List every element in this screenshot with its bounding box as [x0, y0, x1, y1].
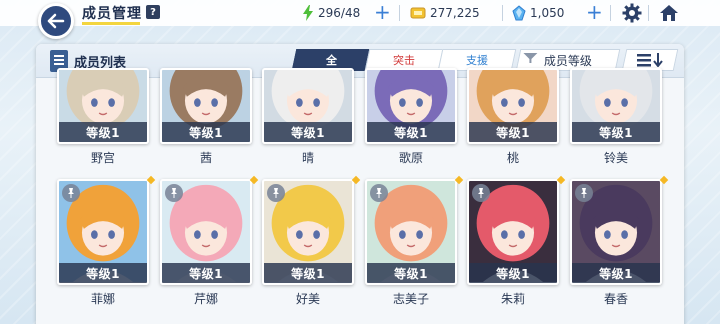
credit-coin-icon — [410, 7, 426, 19]
pin-glyph — [273, 188, 279, 198]
pyroxene-gem-icon — [512, 5, 526, 21]
divider — [399, 5, 400, 21]
tab-special-label: 支援 — [466, 54, 488, 67]
divider — [610, 5, 611, 21]
home-icon — [660, 5, 678, 21]
member-name: 茜 — [199, 151, 212, 165]
credits-display: 277,225 — [410, 3, 480, 23]
settings-button[interactable] — [621, 2, 643, 24]
add-ap-button[interactable]: + — [374, 2, 391, 22]
member-card[interactable]: 等级1 — [570, 68, 662, 144]
sort-label: 成员等级 — [543, 53, 592, 68]
member-card[interactable]: 等级1 — [160, 68, 252, 144]
member-level: 等级1 — [162, 263, 250, 283]
pin-glyph — [581, 188, 587, 198]
member-name: 野宫 — [90, 151, 115, 165]
member-level: 等级1 — [367, 263, 455, 283]
pin-icon[interactable] — [165, 184, 183, 202]
member-card[interactable]: 等级1 — [57, 68, 149, 144]
divider — [648, 5, 649, 21]
pin-glyph — [478, 188, 484, 198]
tab-all-label: 全 — [325, 54, 337, 67]
title-underline — [82, 22, 140, 25]
member-card[interactable]: 等级1 — [365, 179, 457, 285]
member-name: 桃 — [506, 151, 519, 165]
member-name: 朱莉 — [500, 292, 525, 306]
pin-glyph — [171, 188, 177, 198]
member-card[interactable]: 等级1 — [160, 179, 252, 285]
help-button[interactable]: ? — [146, 5, 160, 19]
pin-icon[interactable] — [472, 184, 490, 202]
sort-descending-icon — [637, 53, 663, 67]
lightning-icon — [303, 5, 313, 21]
member-name: 歌原 — [398, 151, 423, 165]
member-name: 芹娜 — [193, 292, 218, 306]
member-level: 等级1 — [469, 122, 557, 142]
ap-value: 296/48 — [318, 6, 361, 20]
member-card[interactable]: 等级1 — [467, 68, 559, 144]
member-card[interactable]: 等级1 — [262, 179, 354, 285]
member-name: 志美子 — [392, 292, 429, 306]
filter-corner-icon — [523, 53, 538, 63]
member-name: 春香 — [603, 292, 628, 306]
pin-icon[interactable] — [575, 184, 593, 202]
member-name: 晴 — [301, 151, 314, 165]
member-level: 等级1 — [469, 263, 557, 283]
ap-display: 296/48 — [302, 3, 360, 23]
back-button[interactable] — [38, 3, 74, 39]
pin-glyph — [376, 188, 382, 198]
member-level: 等级1 — [572, 263, 660, 283]
pyroxene-value: 1,050 — [530, 6, 565, 20]
member-level: 等级1 — [59, 263, 147, 283]
home-button[interactable] — [658, 2, 680, 24]
member-level: 等级1 — [264, 263, 352, 283]
back-arrow-icon — [47, 13, 65, 29]
member-card[interactable]: 等级1 — [570, 179, 662, 285]
member-level: 等级1 — [264, 122, 352, 142]
gear-icon — [622, 3, 642, 23]
pin-icon[interactable] — [267, 184, 285, 202]
member-level: 等级1 — [162, 122, 250, 142]
member-name: 菲娜 — [90, 292, 115, 306]
member-card[interactable]: 等级1 — [365, 68, 457, 144]
member-level: 等级1 — [59, 122, 147, 142]
member-card[interactable]: 等级1 — [467, 179, 559, 285]
divider — [502, 5, 503, 21]
member-name: 好美 — [295, 292, 320, 306]
member-card[interactable]: 等级1 — [57, 179, 149, 285]
page-title: 成员管理 — [82, 6, 142, 22]
tab-striker-label: 突击 — [393, 54, 415, 67]
pin-icon[interactable] — [62, 184, 80, 202]
credits-value: 277,225 — [430, 6, 480, 20]
pyroxene-display: 1,050 — [512, 3, 564, 23]
member-card[interactable]: 等级1 — [262, 68, 354, 144]
pin-glyph — [68, 188, 74, 198]
member-level: 等级1 — [367, 122, 455, 142]
add-pyroxene-button[interactable]: + — [586, 2, 603, 22]
member-level: 等级1 — [572, 122, 660, 142]
top-bar: 成员管理 ? 296/48 + 277,225 1,050 + — [0, 0, 720, 26]
pin-icon[interactable] — [370, 184, 388, 202]
member-name: 铃美 — [603, 151, 628, 165]
